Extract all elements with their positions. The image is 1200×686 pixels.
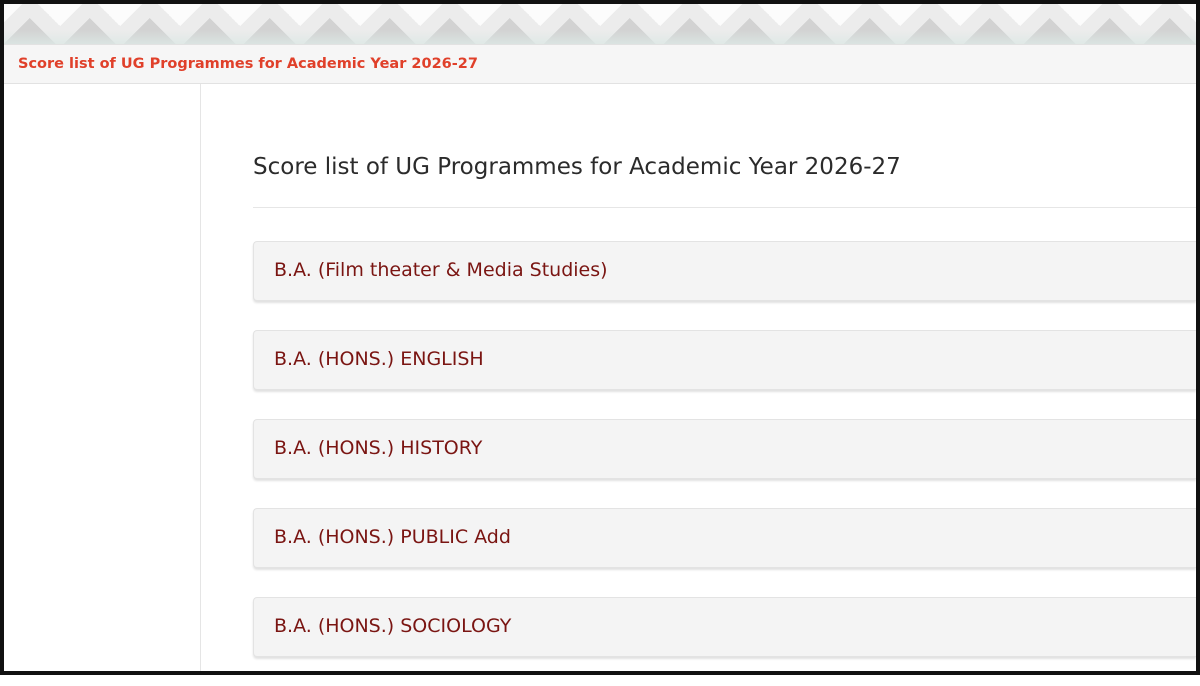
breadcrumb-bar: Score list of UG Programmes for Academic… (4, 44, 1196, 84)
programme-item-sociology[interactable]: B.A. (HONS.) SOCIOLOGY (253, 597, 1196, 657)
title-divider (253, 207, 1196, 208)
programme-item-english[interactable]: B.A. (HONS.) ENGLISH (253, 330, 1196, 390)
programme-label: B.A. (HONS.) SOCIOLOGY (274, 615, 512, 637)
programme-label: B.A. (Film theater & Media Studies) (274, 259, 608, 281)
programme-item-public-add[interactable]: B.A. (HONS.) PUBLIC Add (253, 508, 1196, 568)
breadcrumb-link[interactable]: Score list of UG Programmes for Academic… (18, 56, 478, 72)
programme-label: B.A. (HONS.) PUBLIC Add (274, 526, 511, 548)
programme-label: B.A. (HONS.) ENGLISH (274, 348, 484, 370)
programme-list: B.A. (Film theater & Media Studies) B.A.… (253, 241, 1196, 686)
header-pattern-banner (0, 0, 1200, 44)
programme-label: B.A. (HONS.) HISTORY (274, 437, 483, 459)
programme-item-film-theater-media-studies[interactable]: B.A. (Film theater & Media Studies) (253, 241, 1196, 301)
programme-item-history[interactable]: B.A. (HONS.) HISTORY (253, 419, 1196, 479)
main-content: Score list of UG Programmes for Academic… (201, 84, 1196, 675)
left-sidebar (4, 84, 201, 675)
page-title: Score list of UG Programmes for Academic… (253, 154, 901, 180)
